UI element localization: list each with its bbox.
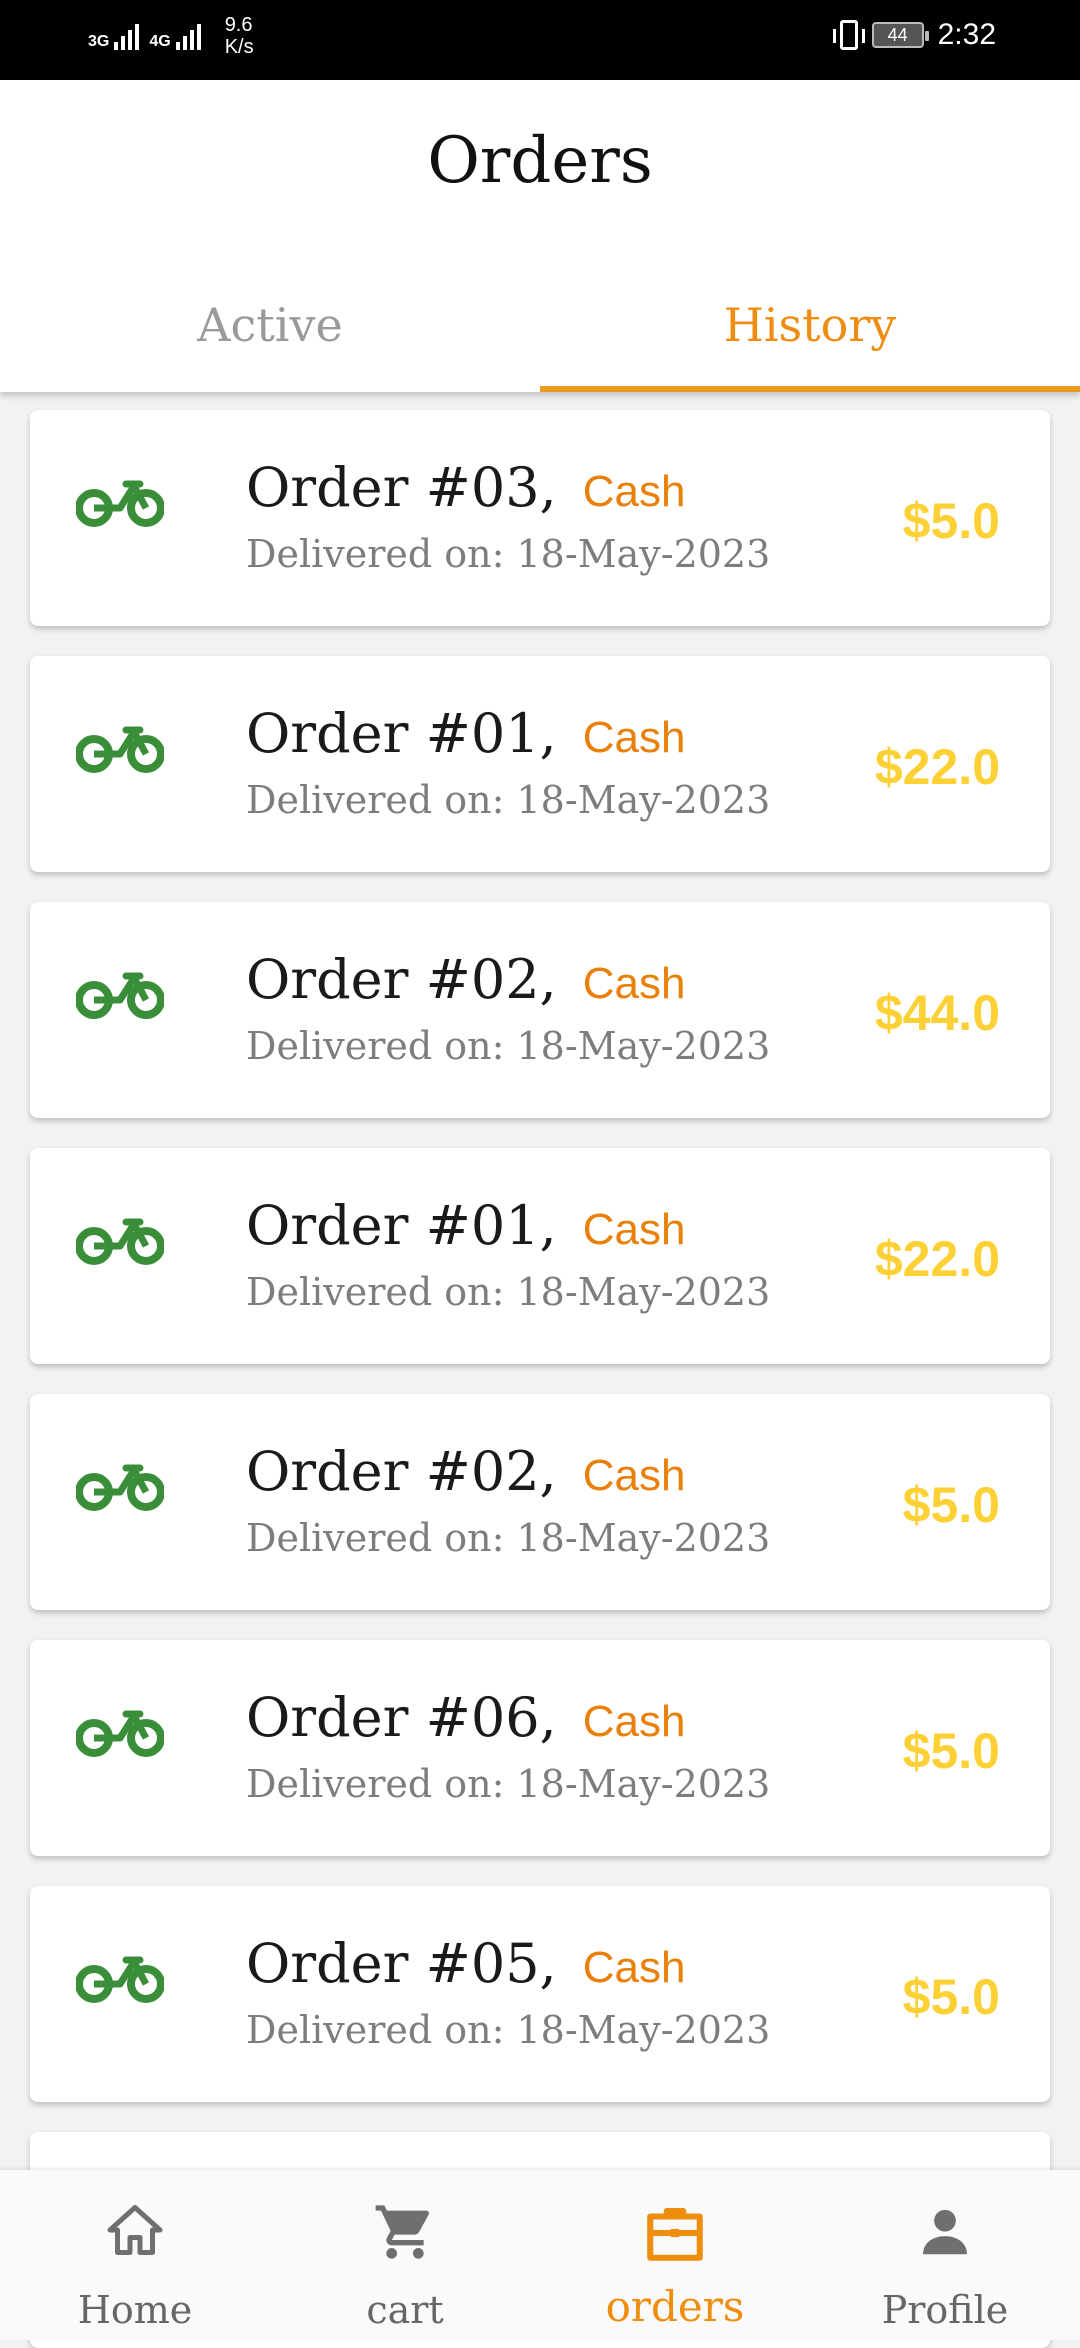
order-number: Order #01, xyxy=(246,702,557,765)
order-number: Order #06, xyxy=(246,1686,557,1749)
delivered-date: Delivered on: 18-May-2023 xyxy=(246,1516,771,1560)
delivered-date: Delivered on: 18-May-2023 xyxy=(246,532,771,576)
page-title: Orders xyxy=(427,124,653,198)
bicycle-icon xyxy=(75,1454,165,1514)
clock: 2:32 xyxy=(937,18,996,51)
bicycle-icon xyxy=(75,962,165,1022)
bicycle-icon xyxy=(75,1208,165,1268)
tab-indicator xyxy=(540,386,1080,392)
order-number: Order #02, xyxy=(246,1440,557,1503)
network-type-label: 3G xyxy=(88,33,110,50)
nav-label: Home xyxy=(77,2288,193,2332)
speed-value: 9.6 xyxy=(224,14,253,36)
nav-label: cart xyxy=(366,2288,444,2332)
home-icon xyxy=(107,2205,163,2255)
nav-orders[interactable]: orders xyxy=(540,2170,810,2340)
nav-label: orders xyxy=(605,2282,745,2331)
order-price: $5.0 xyxy=(902,1477,1000,1533)
order-title-row: Order #02, Cash xyxy=(246,1440,685,1503)
signal-4g: 4G xyxy=(149,14,201,50)
order-title-row: Order #01, Cash xyxy=(246,1194,685,1257)
delivered-date: Delivered on: 18-May-2023 xyxy=(246,1762,771,1806)
order-number: Order #01, xyxy=(246,1194,557,1257)
payment-method: Cash xyxy=(582,1697,686,1746)
bicycle-icon xyxy=(75,470,165,530)
signal-3g: 3G xyxy=(88,14,140,50)
battery-icon: 44 xyxy=(871,22,929,48)
order-price: $5.0 xyxy=(902,493,1000,549)
nav-profile[interactable]: Profile xyxy=(810,2170,1080,2340)
order-card[interactable]: Order #05, Cash Delivered on: 18-May-2023 $… xyxy=(30,1886,1050,2102)
order-title-row: Order #02, Cash xyxy=(246,948,685,1011)
payment-method: Cash xyxy=(582,1943,686,1992)
bicycle-icon xyxy=(75,1946,165,2006)
payment-method: Cash xyxy=(582,467,686,516)
nav-cart[interactable]: cart xyxy=(270,2170,540,2340)
tab-history[interactable]: History xyxy=(540,288,1080,392)
status-right: 44 2:32 xyxy=(832,18,996,52)
status-bar: 3G 4G 9.6 K/s 44 2:32 xyxy=(0,0,1080,80)
payment-method: Cash xyxy=(582,1205,686,1254)
order-price: $22.0 xyxy=(874,739,1000,795)
order-card[interactable]: Order #03, Cash Delivered on: 18-May-2023 $… xyxy=(30,410,1050,626)
order-title-row: Order #01, Cash xyxy=(246,702,685,765)
order-card[interactable]: Order #06, Cash Delivered on: 18-May-2023 $… xyxy=(30,1640,1050,1856)
nav-home[interactable]: Home xyxy=(0,2170,270,2340)
status-left: 3G 4G 9.6 K/s xyxy=(88,14,254,58)
payment-method: Cash xyxy=(582,713,686,762)
order-number: Order #05, xyxy=(246,1932,557,1995)
vibrate-icon xyxy=(832,20,865,50)
speed-unit: K/s xyxy=(224,36,254,58)
order-price: $5.0 xyxy=(902,1723,1000,1779)
order-card[interactable]: Order #01, Cash Delivered on: 18-May-2023 $… xyxy=(30,1148,1050,1364)
order-title-row: Order #03, Cash xyxy=(246,456,685,519)
bottom-navigation: Home cart orders Profile xyxy=(0,2170,1080,2340)
signal-bars-icon xyxy=(175,14,201,50)
network-speed: 9.6 K/s xyxy=(225,14,254,58)
cart-icon xyxy=(375,2205,430,2259)
tab-active[interactable]: Active xyxy=(0,288,540,392)
payment-method: Cash xyxy=(582,1451,686,1500)
bicycle-icon xyxy=(75,1700,165,1760)
app-header: Orders Active History xyxy=(0,80,1080,392)
signal-bars-icon xyxy=(114,14,140,50)
order-price: $5.0 xyxy=(902,1969,1000,2025)
delivered-date: Delivered on: 18-May-2023 xyxy=(246,1024,771,1068)
order-number: Order #02, xyxy=(246,948,557,1011)
person-icon xyxy=(923,2209,967,2255)
order-price: $22.0 xyxy=(874,1231,1000,1287)
briefcase-icon xyxy=(647,2207,703,2261)
payment-method: Cash xyxy=(582,959,686,1008)
nav-label: Profile xyxy=(881,2288,1009,2332)
tab-label: History xyxy=(723,298,897,352)
delivered-date: Delivered on: 18-May-2023 xyxy=(246,2008,771,2052)
battery-level: 44 xyxy=(887,24,908,45)
order-card[interactable]: Order #01, Cash Delivered on: 18-May-2023 $… xyxy=(30,656,1050,872)
network-type-label: 4G xyxy=(149,33,171,50)
order-price: $44.0 xyxy=(874,985,1000,1041)
order-card[interactable]: Order #02, Cash Delivered on: 18-May-2023 $… xyxy=(30,1394,1050,1610)
bicycle-icon xyxy=(75,716,165,776)
order-title-row: Order #06, Cash xyxy=(246,1686,685,1749)
tab-label: Active xyxy=(197,298,343,352)
delivered-date: Delivered on: 18-May-2023 xyxy=(246,1270,771,1314)
order-number: Order #03, xyxy=(246,456,557,519)
order-title-row: Order #05, Cash xyxy=(246,1932,685,1995)
order-card[interactable]: Order #02, Cash Delivered on: 18-May-2023 $… xyxy=(30,902,1050,1118)
delivered-date: Delivered on: 18-May-2023 xyxy=(246,778,771,822)
